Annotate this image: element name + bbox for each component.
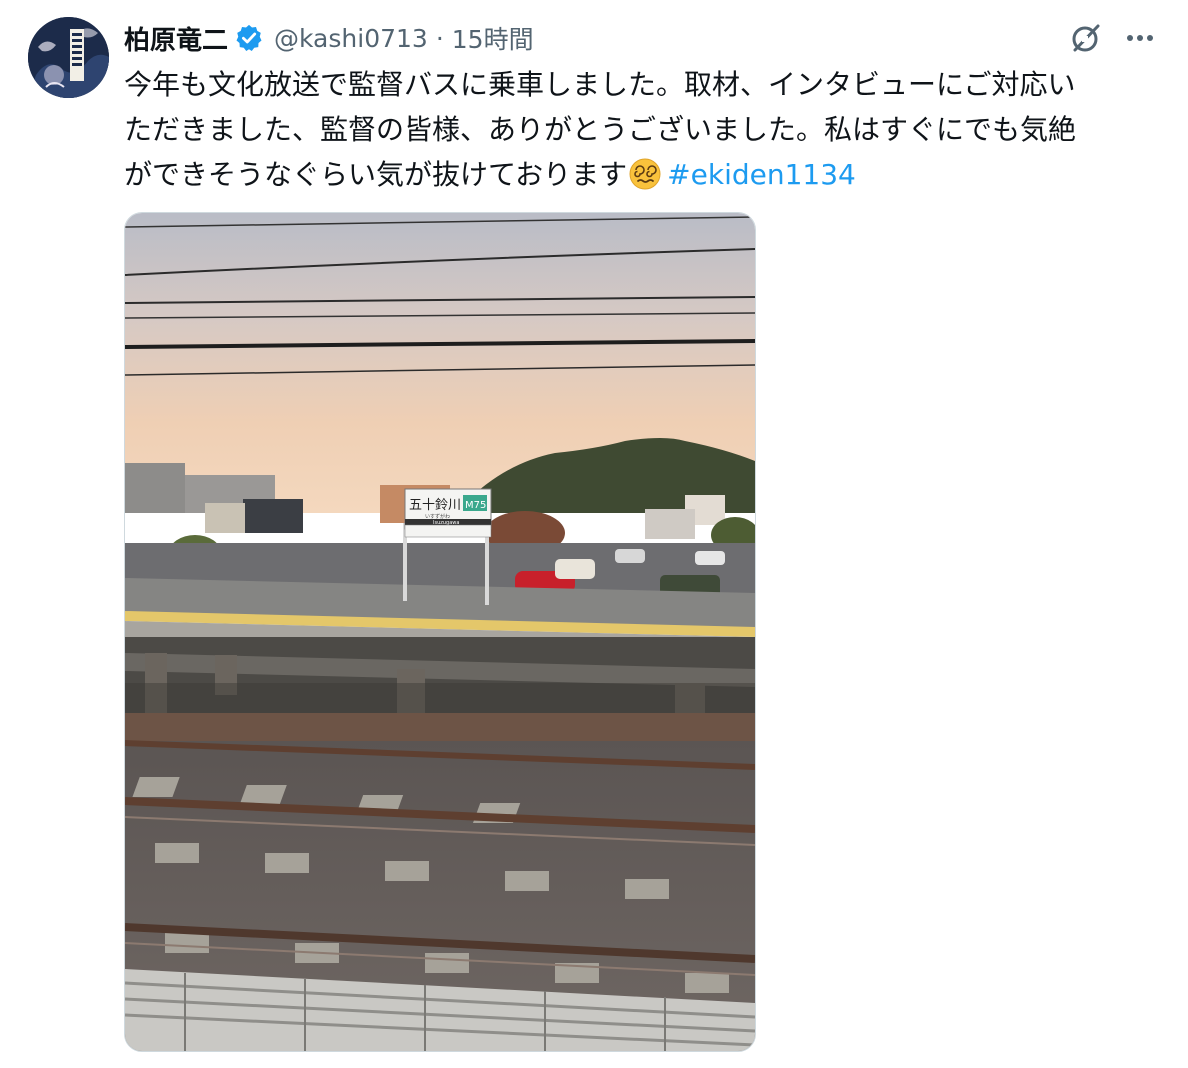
face-with-spiral-eyes-emoji (629, 158, 661, 190)
author-name[interactable]: 柏原竜二 (124, 20, 228, 57)
tweet-text: 今年も文化放送で監督バスに乗車しました。取材、インタビューにご対応い ただきまし… (124, 62, 1154, 197)
tweet-photo[interactable]: 五十鈴川 M75 いすずがわ Isuzugawa (124, 212, 756, 1052)
tweet-text-segment: ができそうなぐらい気が抜けております (124, 158, 628, 191)
post-time[interactable]: 15時間 (452, 20, 534, 56)
grok-icon[interactable] (1068, 20, 1104, 56)
tweet-text-line: 今年も文化放送で監督バスに乗車しました。取材、インタビューにご対応い (124, 68, 1076, 101)
tweet-text-line: ただきました、監督の皆様、ありがとうございました。私はすぐにでも気絶 (124, 113, 1077, 146)
hashtag-link[interactable]: #ekiden1134 (667, 158, 856, 191)
verified-badge-icon[interactable] (234, 23, 264, 53)
station-sign-name: 五十鈴川 (409, 498, 461, 513)
avatar-image (28, 17, 109, 98)
avatar[interactable] (28, 17, 109, 98)
separator-dot: · (435, 23, 444, 53)
station-sign-kana: いすずがわ (425, 513, 450, 520)
tweet-header: 柏原竜二 @kashi0713 · 15時間 (124, 18, 534, 58)
more-options-icon[interactable] (1122, 24, 1158, 52)
tweet-text-line: ができそうなぐらい気が抜けております #ekiden1134 (124, 152, 1154, 197)
author-handle[interactable]: @kashi0713 (274, 24, 428, 53)
station-sign-number: M75 (465, 500, 486, 511)
